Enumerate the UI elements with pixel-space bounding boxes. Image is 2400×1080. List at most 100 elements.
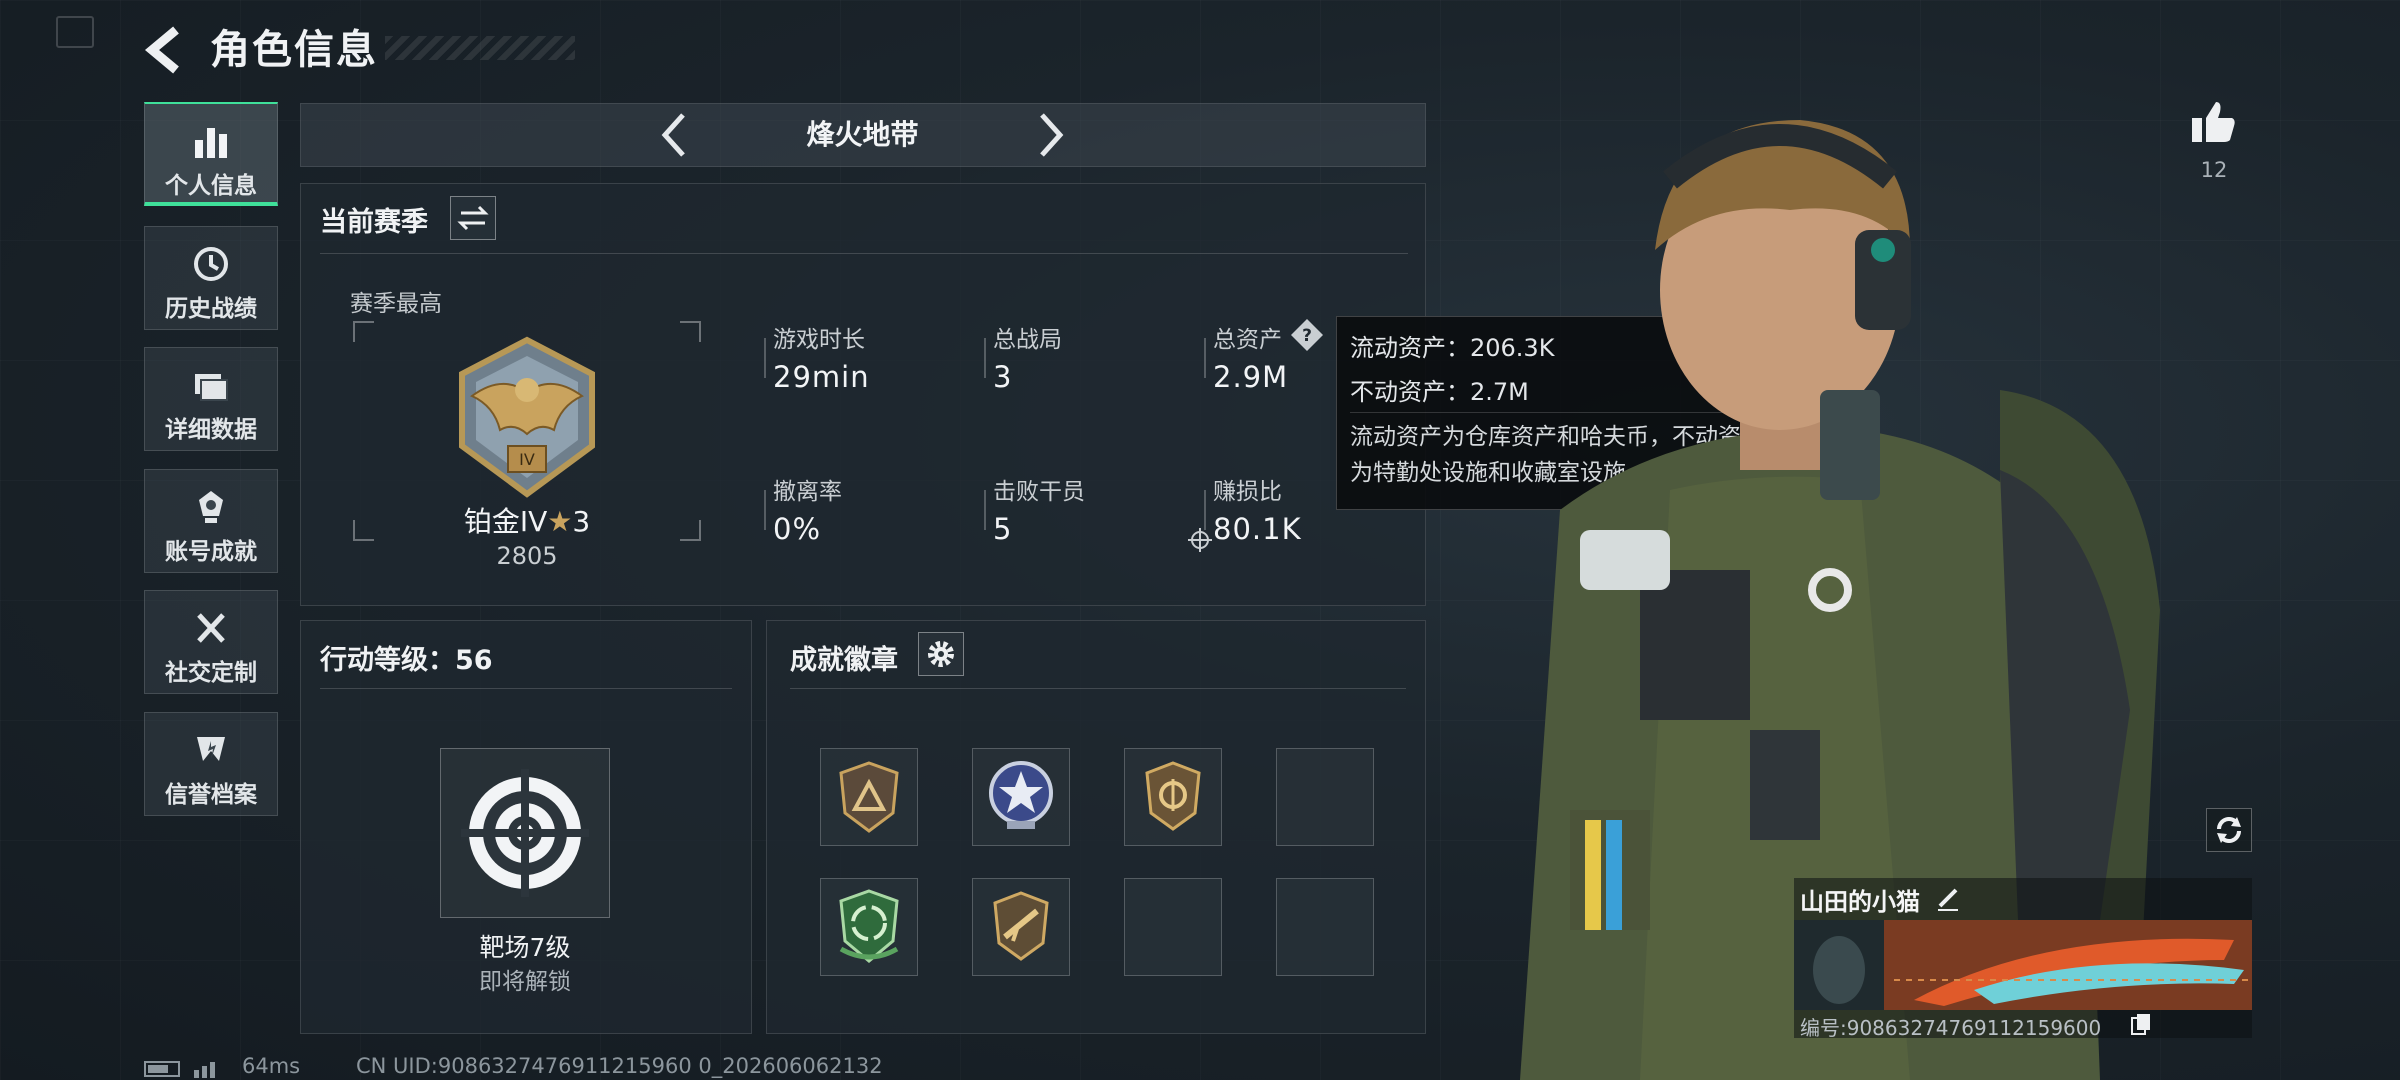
badges-separator: [790, 688, 1406, 689]
copy-icon: [2131, 1014, 2150, 1035]
sidebar-item-personal-info[interactable]: 个人信息: [144, 102, 278, 206]
rank-line: 铂金IV★3: [452, 500, 602, 540]
sidebar-item-detail-data[interactable]: 详细数据: [144, 347, 278, 451]
stat-value-profit-ratio: 80.1K: [1213, 512, 1302, 546]
stat-divider: [764, 490, 766, 530]
bronze-shield-badge-icon: [1145, 761, 1201, 831]
gear-icon: [928, 641, 954, 667]
rank-stars: 3: [572, 505, 591, 538]
season-switch-button[interactable]: [450, 196, 496, 240]
badge-slot[interactable]: [972, 748, 1070, 846]
season-best-label: 赛季最高: [350, 291, 442, 317]
sidebar-item-social-custom[interactable]: 社交定制: [144, 590, 278, 694]
stat-label-extract-rate: 撤离率: [773, 479, 842, 505]
sidebar-item-label: 个人信息: [165, 173, 257, 199]
svg-text:IV: IV: [519, 450, 535, 469]
badge-slot[interactable]: [820, 748, 918, 846]
stat-value-kills: 5: [993, 512, 1013, 546]
stat-label-matches: 总战局: [993, 327, 1062, 353]
badge-slot-empty[interactable]: [1276, 748, 1374, 846]
ping-label: 64ms: [242, 1054, 301, 1078]
chevron-left-icon: [661, 113, 685, 157]
badge-slot-empty[interactable]: [1124, 878, 1222, 976]
swap-icon: [457, 205, 489, 231]
stat-label-kills: 击败干员: [993, 479, 1085, 505]
question-diamond-icon: ?: [1291, 319, 1323, 351]
star-medal-badge-icon: [989, 761, 1053, 829]
stat-label-playtime: 游戏时长: [773, 327, 865, 353]
badges-title: 成就徽章: [790, 645, 898, 676]
stat-value-total-assets: 2.9M: [1213, 360, 1289, 394]
assets-help-button[interactable]: ?: [1290, 318, 1324, 352]
rank-name: 铂金IV: [463, 505, 548, 538]
stat-value-extract-rate: 0%: [773, 512, 822, 546]
sidebar-item-label: 信誉档案: [165, 782, 257, 808]
green-cycle-badge-icon: [839, 889, 899, 963]
stat-label-total-assets: 总资产: [1213, 327, 1282, 353]
sidebar-item-history[interactable]: 历史战绩: [144, 226, 278, 330]
character-name: 山田的小猫: [1800, 888, 1920, 916]
refresh-icon: [2217, 817, 2241, 843]
rotate-view-button[interactable]: [2206, 808, 2252, 852]
tools-icon: [197, 613, 225, 643]
sidebar-item-label: 账号成就: [165, 539, 257, 565]
platinum-rank-emblem-icon: IV: [459, 336, 595, 498]
back-button[interactable]: [140, 22, 190, 78]
star-icon: ★: [547, 505, 573, 538]
page-title: 角色信息: [210, 27, 378, 73]
stat-divider: [1204, 490, 1206, 530]
thumbs-up-icon: [2192, 102, 2235, 142]
chevron-right-icon: [1040, 113, 1064, 157]
badge-slot-empty[interactable]: [1276, 878, 1374, 976]
sidebar-item-achievements[interactable]: 账号成就: [144, 469, 278, 573]
uid-label: CN UID:9086327476911215960 0_20260606213…: [356, 1054, 883, 1078]
range-level-label: 靶场7级: [479, 933, 571, 962]
stat-value-playtime: 29min: [773, 360, 870, 394]
clock-icon: [194, 247, 228, 281]
battery-signal-icon: [144, 1061, 215, 1078]
badge-slot[interactable]: [820, 878, 918, 976]
stat-divider: [1204, 338, 1206, 378]
triangle-shield-badge-icon: [839, 761, 899, 833]
sidebar-item-label: 社交定制: [165, 660, 257, 686]
rank-score: 2805: [496, 542, 558, 570]
crosshair-cursor-icon: [1188, 528, 1212, 552]
range-status-label: 即将解锁: [479, 969, 571, 995]
badge-slot[interactable]: [972, 878, 1070, 976]
folder-icon: [195, 374, 228, 401]
range-unlock-card[interactable]: [440, 748, 610, 918]
back-arrow-icon: [144, 26, 179, 74]
stat-value-matches: 3: [993, 360, 1013, 394]
reputation-icon: [197, 737, 225, 761]
badges-settings-button[interactable]: [918, 632, 964, 676]
sidebar-item-label: 详细数据: [165, 417, 257, 443]
bar-chart-icon: [195, 128, 227, 158]
like-count: 12: [2200, 158, 2228, 182]
mode-next-button[interactable]: [1030, 107, 1070, 163]
pencil-icon: [1938, 888, 1958, 911]
mode-prev-button[interactable]: [655, 107, 695, 163]
achievement-icon: [199, 491, 223, 523]
stat-divider: [764, 338, 766, 378]
stat-divider: [984, 490, 986, 530]
corner-frame-decoration: [56, 16, 94, 48]
character-id: 编号:908632747691121596​00: [1800, 1016, 2102, 1040]
target-icon: [461, 769, 589, 897]
svg-text:?: ?: [1302, 326, 1312, 346]
badge-slot[interactable]: [1124, 748, 1222, 846]
season-title: 当前赛季: [320, 207, 428, 238]
copy-id-button[interactable]: [2130, 1012, 2152, 1036]
like-button[interactable]: [2188, 96, 2240, 148]
sidebar-item-reputation[interactable]: 信誉档案: [144, 712, 278, 816]
title-stripe-decoration: [385, 36, 575, 60]
mode-label: 烽火地带: [806, 118, 919, 151]
nameplate-banner-image: [1794, 920, 2252, 1010]
action-level-separator: [320, 688, 732, 689]
stat-label-profit-ratio: 赚损比: [1213, 479, 1282, 505]
sidebar-item-label: 历史战绩: [165, 296, 257, 322]
season-separator: [320, 253, 1408, 254]
rifle-shield-badge-icon: [993, 891, 1049, 961]
action-level-title: 行动等级：56: [320, 645, 493, 676]
edit-name-button[interactable]: [1932, 882, 1964, 914]
stat-divider: [984, 338, 986, 378]
